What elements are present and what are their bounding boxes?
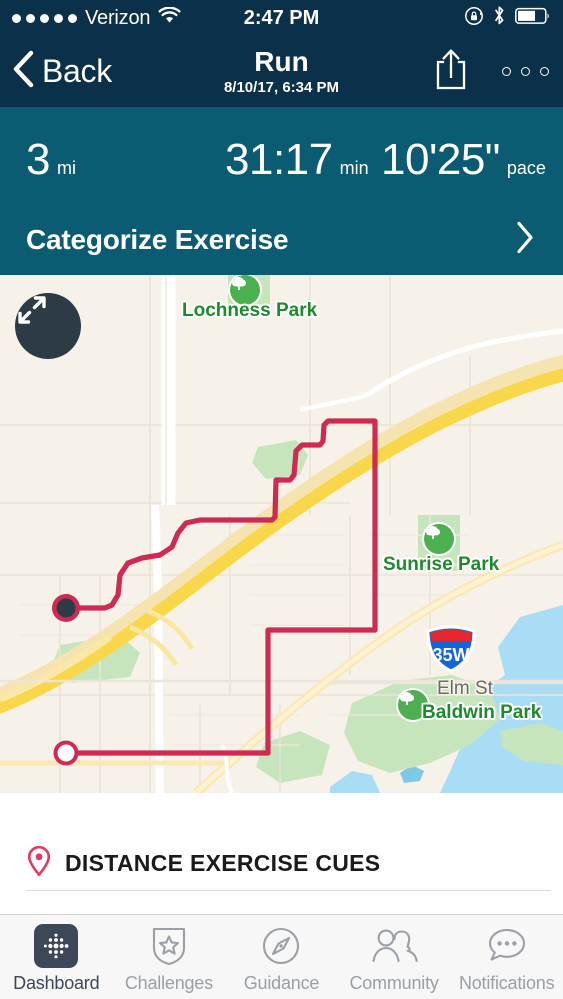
stat-distance: 3 mi xyxy=(26,135,76,185)
shield-star-icon xyxy=(149,924,189,968)
park-marker-sunrise xyxy=(424,524,454,554)
summary-stats-panel: 3 mi 31:17 min 10'25" pace Categorize Ex… xyxy=(0,107,563,275)
app-screen: Verizon 2:47 PM xyxy=(0,0,563,999)
tree-icon xyxy=(424,524,442,542)
tab-challenges-label: Challenges xyxy=(125,973,213,994)
tab-dashboard[interactable]: Dashboard xyxy=(0,915,113,999)
route-map[interactable]: 35W Lochness Park Sunrise Park Baldwin P… xyxy=(0,275,563,793)
stat-distance-unit: mi xyxy=(57,158,76,179)
wifi-icon xyxy=(158,7,181,29)
categorize-exercise-label: Categorize Exercise xyxy=(26,224,288,256)
tree-icon xyxy=(230,275,248,293)
distance-exercise-cues-label: DISTANCE EXERCISE CUES xyxy=(65,850,380,877)
park-marker-baldwin xyxy=(398,690,428,720)
tab-notifications-label: Notifications xyxy=(459,973,554,994)
navigation-bar: Back Run 8/10/17, 6:34 PM xyxy=(0,36,563,107)
tab-community-label: Community xyxy=(349,973,438,994)
speech-bubble-dots-icon xyxy=(485,924,529,968)
more-options-icon[interactable] xyxy=(502,67,549,76)
nav-actions xyxy=(434,36,549,107)
chevron-left-icon xyxy=(10,49,36,94)
chevron-right-icon xyxy=(515,221,535,260)
carrier-name: Verizon xyxy=(85,7,150,30)
tree-icon xyxy=(398,690,416,708)
back-button-label: Back xyxy=(42,53,112,90)
tab-community[interactable]: Community xyxy=(338,915,451,999)
stat-duration-unit: min xyxy=(340,158,369,179)
status-bar-right xyxy=(464,5,551,31)
rotation-lock-icon xyxy=(464,6,484,31)
share-icon[interactable] xyxy=(434,47,468,96)
page-title: Run xyxy=(254,47,308,76)
route-start-marker xyxy=(54,741,79,766)
route-end-marker xyxy=(52,594,80,622)
stat-pace-value: 10'25" xyxy=(381,135,500,185)
section-divider xyxy=(26,890,551,891)
highway-shield-label: 35W xyxy=(432,645,469,665)
map-canvas xyxy=(0,275,563,793)
battery-icon xyxy=(515,7,551,30)
map-pin-icon xyxy=(26,845,52,882)
stat-duration-value: 31:17 xyxy=(225,135,333,185)
stat-row: 3 mi 31:17 min 10'25" pace xyxy=(0,107,563,199)
stat-pace: 10'25" pace xyxy=(381,135,546,185)
compass-icon xyxy=(260,924,302,968)
categorize-exercise-row[interactable]: Categorize Exercise xyxy=(0,205,563,275)
back-button[interactable]: Back xyxy=(10,36,112,107)
status-bar: Verizon 2:47 PM xyxy=(0,0,563,36)
tab-guidance[interactable]: Guidance xyxy=(225,915,338,999)
park-marker-lochness xyxy=(230,275,260,305)
signal-strength-icon xyxy=(12,14,77,23)
tab-dashboard-label: Dashboard xyxy=(13,973,99,994)
bluetooth-icon xyxy=(493,5,506,31)
stat-pace-unit: pace xyxy=(507,158,546,179)
tab-notifications[interactable]: Notifications xyxy=(450,915,563,999)
distance-exercise-cues-row[interactable]: DISTANCE EXERCISE CUES xyxy=(26,845,380,882)
tab-challenges[interactable]: Challenges xyxy=(113,915,226,999)
tab-guidance-label: Guidance xyxy=(244,973,319,994)
stat-duration: 31:17 min xyxy=(225,135,369,185)
fitbit-dots-icon xyxy=(34,924,78,968)
status-bar-left: Verizon xyxy=(12,7,181,30)
people-icon xyxy=(368,924,420,968)
stat-distance-value: 3 xyxy=(26,135,50,185)
exercise-cues-section: DISTANCE EXERCISE CUES xyxy=(0,793,563,914)
expand-map-button[interactable] xyxy=(15,293,81,359)
bottom-tab-bar: Dashboard Challenges Guidance xyxy=(0,914,563,999)
page-subtitle: 8/10/17, 6:34 PM xyxy=(224,79,339,96)
